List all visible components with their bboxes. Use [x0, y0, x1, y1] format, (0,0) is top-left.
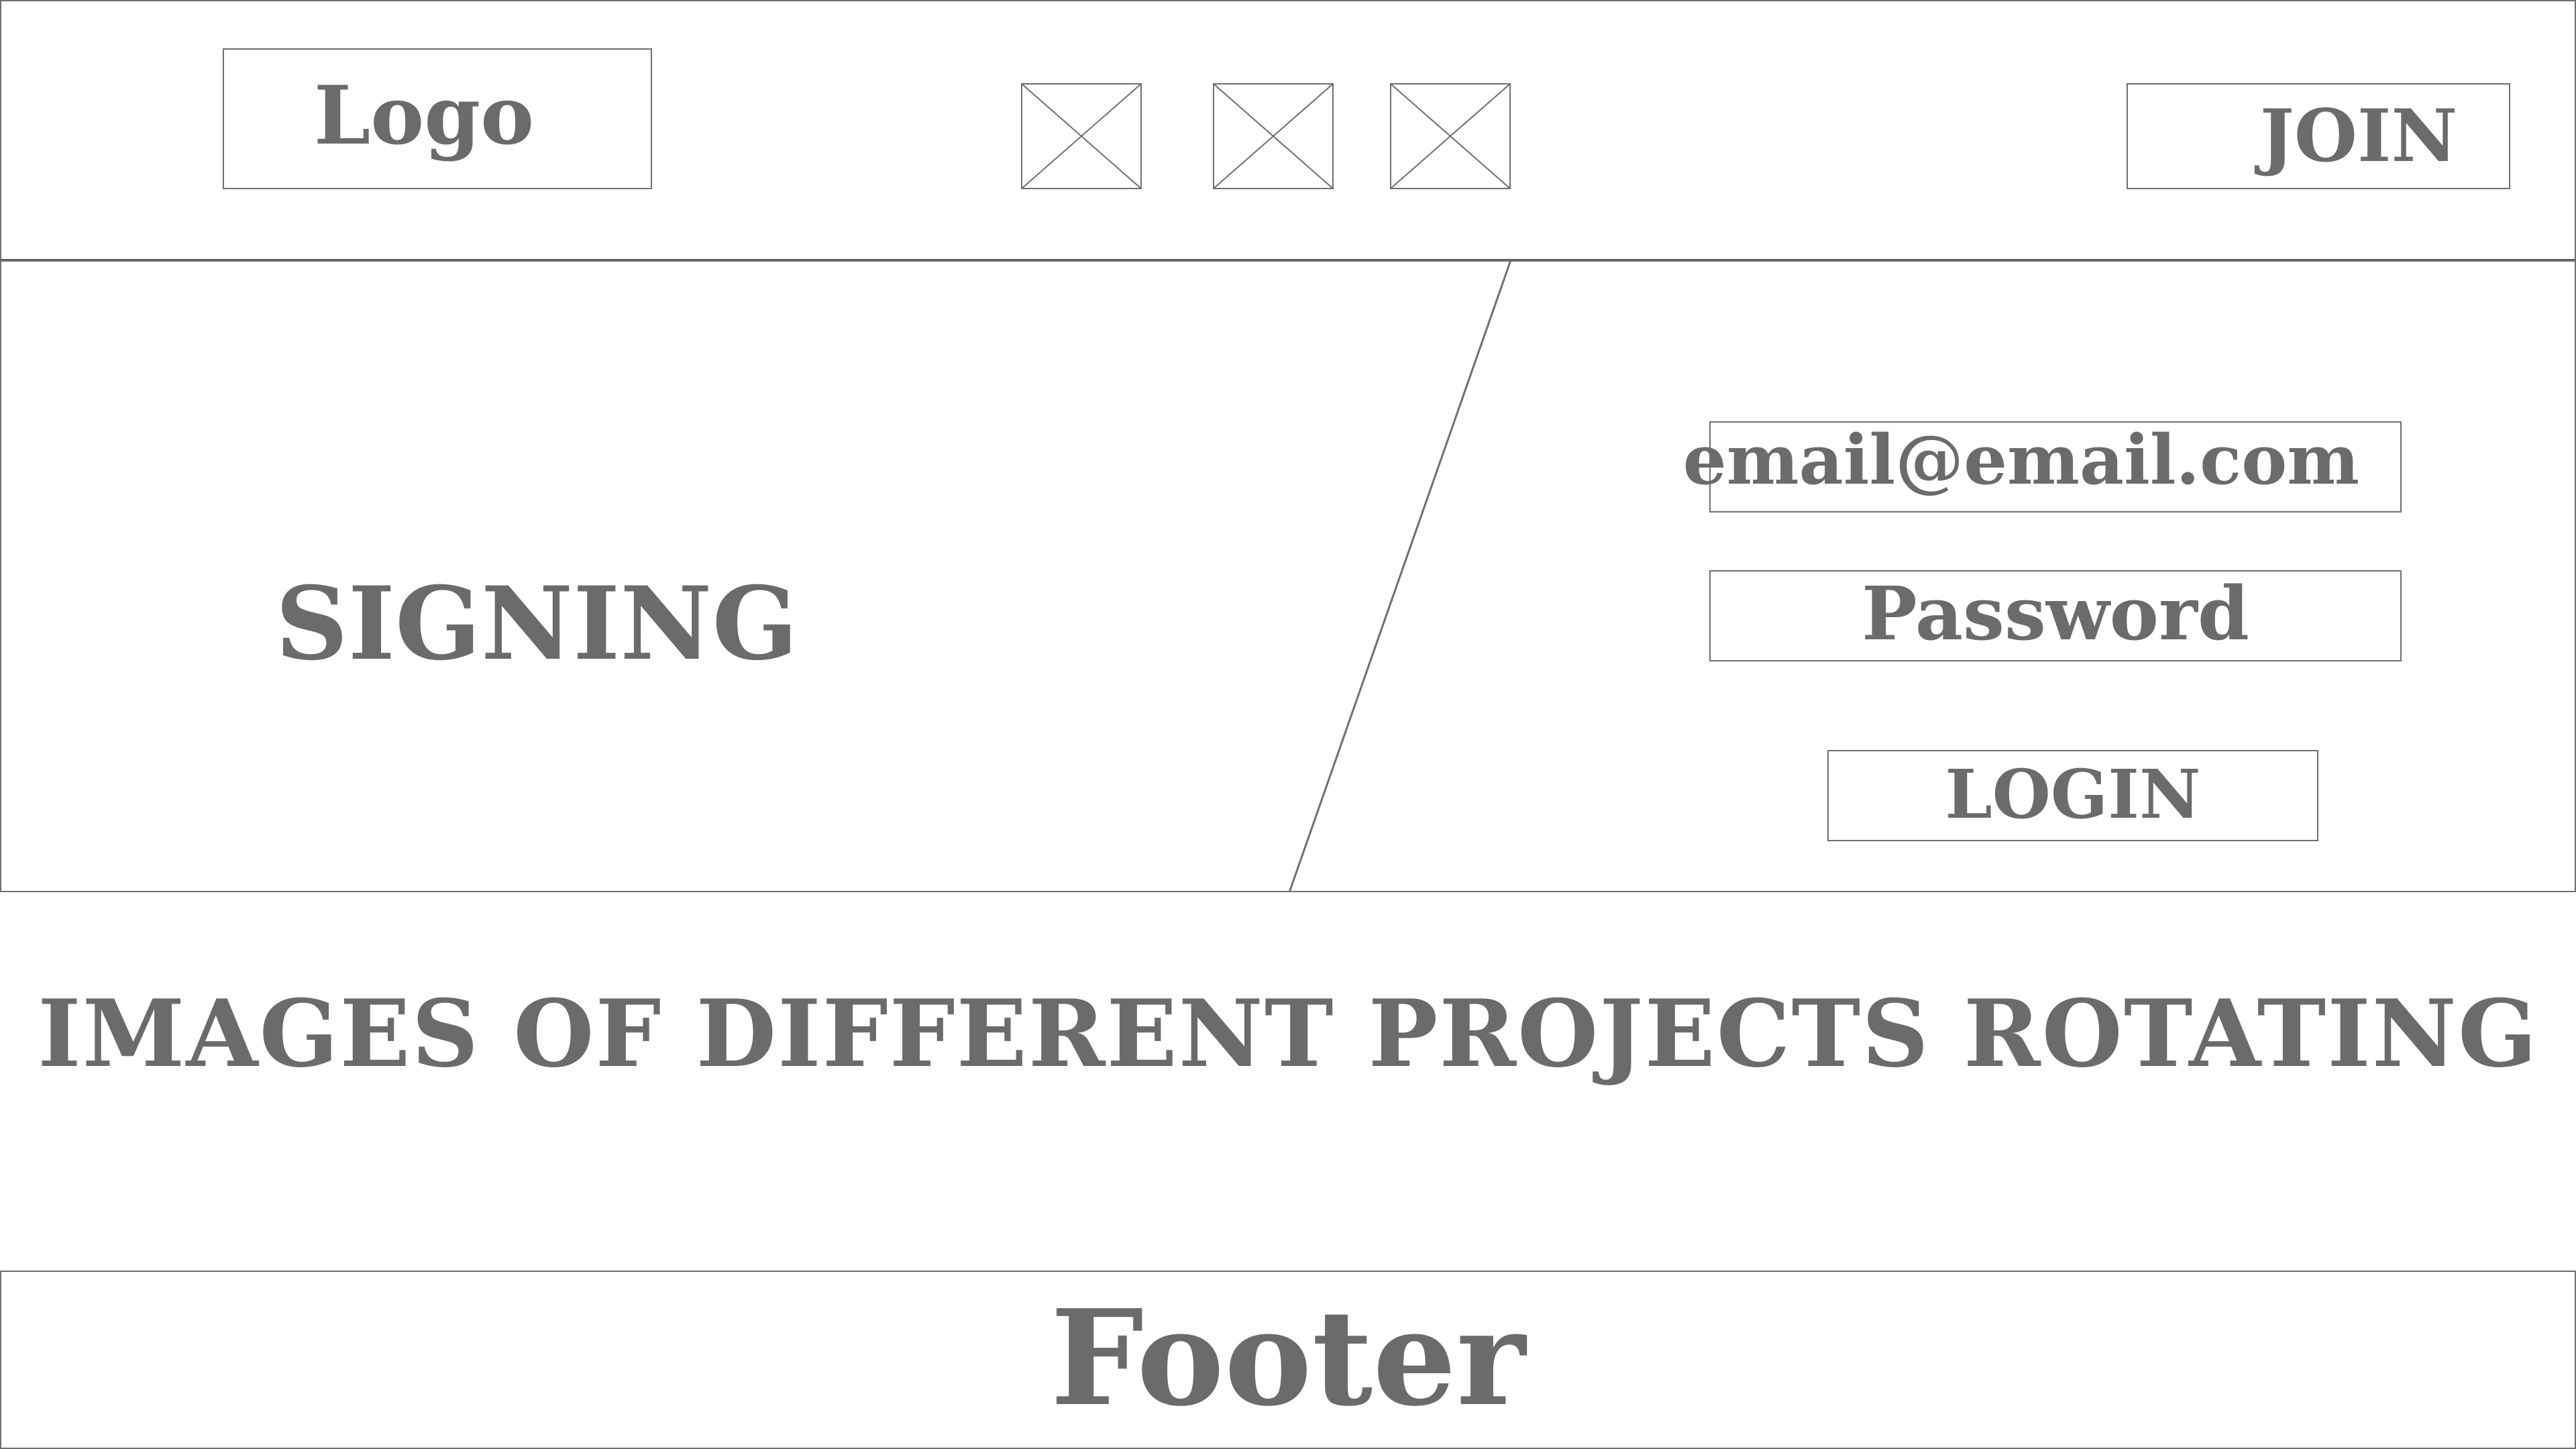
- image-placeholder-icon: [1213, 83, 1334, 189]
- footer-label: Footer: [1050, 1281, 1526, 1436]
- join-button-label: JOIN: [2259, 94, 2458, 178]
- logo-label: Logo: [313, 68, 535, 163]
- image-placeholder-icon: [1390, 83, 1511, 189]
- nav-item-3-image-placeholder-icon[interactable]: [1390, 83, 1511, 189]
- login-button-label: LOGIN: [1945, 755, 2201, 834]
- email-field-value: email@email.com: [1682, 420, 2360, 500]
- image-placeholder-icon: [1021, 83, 1142, 189]
- project-carousel-caption: IMAGES OF DIFFERENT PROJECTS ROTATING: [38, 978, 2538, 1088]
- password-field-value: Password: [1862, 570, 2249, 657]
- nav-item-1-image-placeholder-icon[interactable]: [1021, 83, 1142, 189]
- nav-item-2-image-placeholder-icon[interactable]: [1213, 83, 1334, 189]
- hero-title: SIGNING: [275, 565, 798, 683]
